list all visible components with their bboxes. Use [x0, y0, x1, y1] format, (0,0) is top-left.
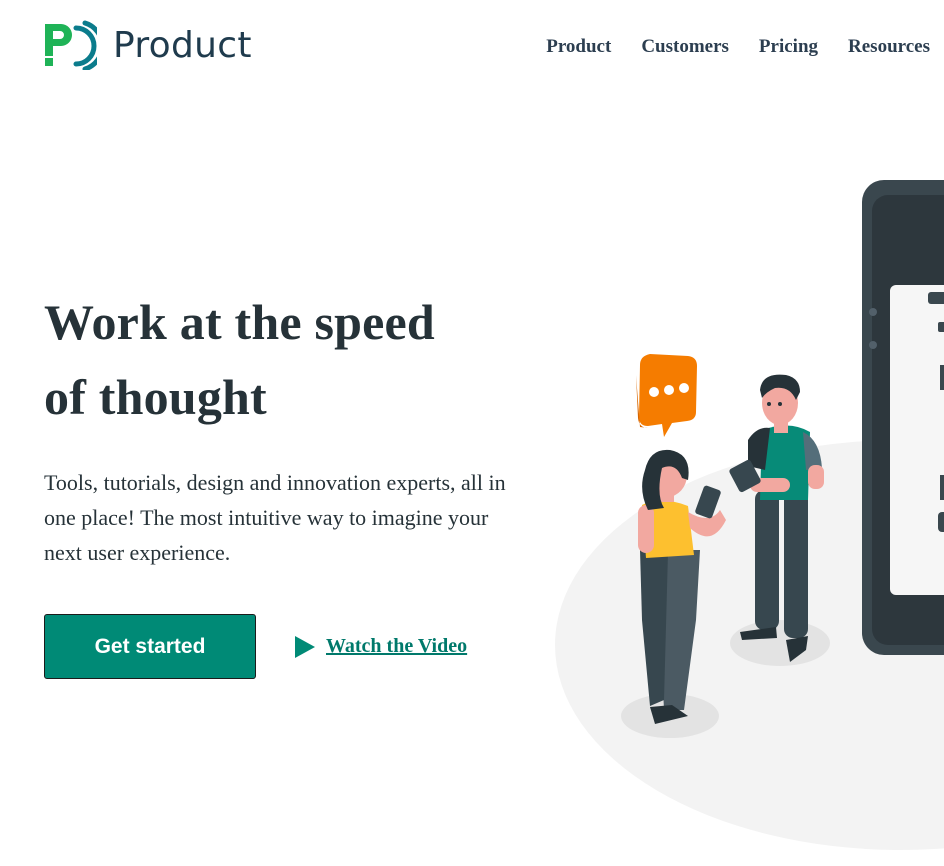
nav-resources[interactable]: Resources	[848, 36, 930, 58]
hero-title: Work at the speed of thought	[44, 285, 514, 435]
nav-customers[interactable]: Customers	[641, 36, 729, 58]
hero-description: Tools, tutorials, design and innovation …	[44, 470, 506, 565]
main-nav: Product Customers Pricing Resources	[516, 36, 930, 58]
play-icon	[295, 635, 315, 658]
hero-title-line-1: Work at the speed	[44, 294, 435, 350]
hero-actions: Get started Watch the Video	[44, 614, 467, 679]
watch-video-label: Watch the Video	[326, 635, 468, 657]
people-with-phones-illustration	[555, 180, 944, 850]
brand-logo[interactable]: Product	[43, 20, 252, 70]
hero-illustration	[540, 150, 944, 866]
brand-logo-icon	[45, 20, 97, 70]
brand-name: Product	[113, 24, 252, 66]
watch-video-link[interactable]: Watch the Video	[294, 635, 467, 659]
hero-section: Work at the speed of thought Tools, tuto…	[44, 285, 514, 570]
site-header: Product Product Customers Pricing Resour…	[0, 0, 944, 95]
get-started-button[interactable]: Get started	[44, 614, 256, 679]
nav-pricing[interactable]: Pricing	[759, 36, 818, 58]
nav-product[interactable]: Product	[546, 36, 611, 58]
hero-title-line-2: of thought	[44, 369, 267, 425]
